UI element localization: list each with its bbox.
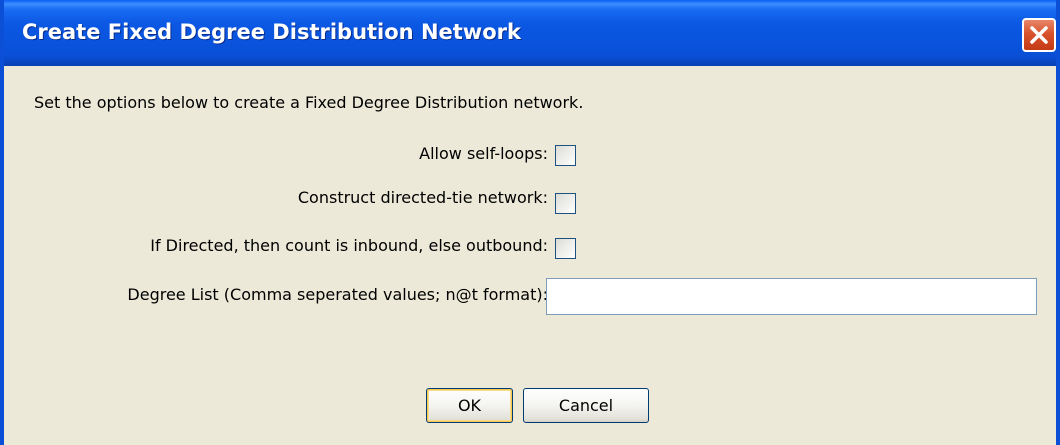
directed-tie-checkbox[interactable] [555,193,576,214]
inbound-outbound-checkbox[interactable] [555,238,576,259]
degree-list-label: Degree List (Comma seperated values; n@t… [127,285,548,304]
self-loops-label: Allow self-loops: [419,144,548,163]
dialog-window: Create Fixed Degree Distribution Network… [0,0,1060,445]
self-loops-checkbox[interactable] [555,145,576,166]
cancel-button[interactable]: Cancel [523,388,649,423]
window-title: Create Fixed Degree Distribution Network [22,20,521,44]
ok-button[interactable]: OK [426,388,513,423]
close-icon [1024,20,1054,50]
title-bar[interactable]: Create Fixed Degree Distribution Network [4,0,1056,66]
intro-text: Set the options below to create a Fixed … [34,93,584,112]
degree-list-input[interactable] [546,278,1037,315]
directed-tie-label: Construct directed-tie network: [297,188,548,207]
dialog-content: Set the options below to create a Fixed … [4,66,1056,445]
close-button[interactable] [1022,18,1056,52]
inbound-outbound-label: If Directed, then count is inbound, else… [150,236,548,255]
